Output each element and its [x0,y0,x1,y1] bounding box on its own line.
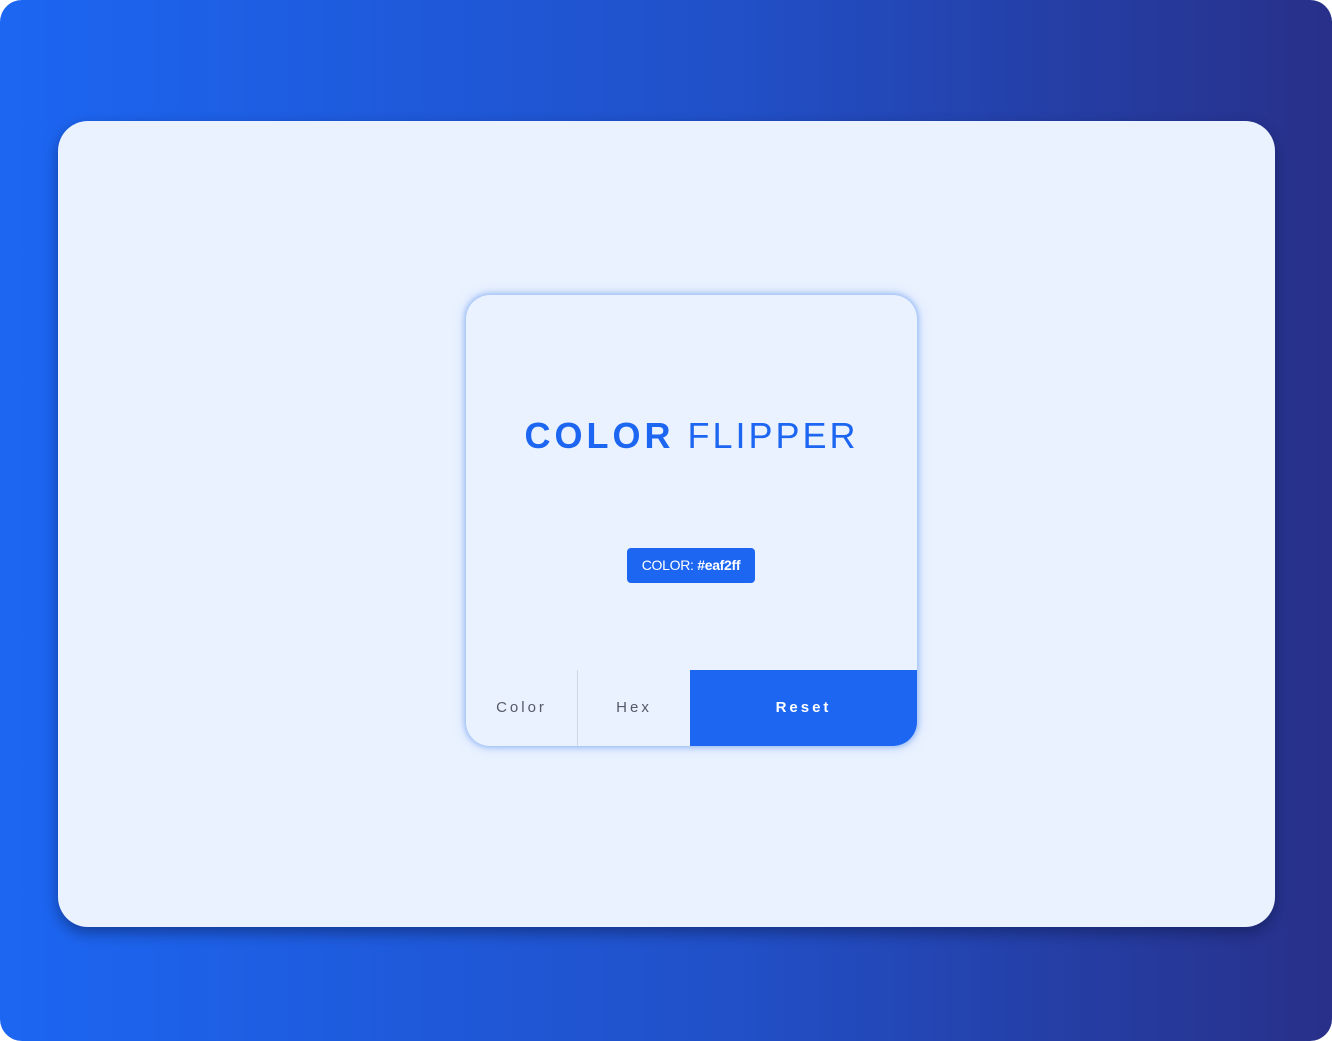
color-badge-value: #eaf2ff [697,557,741,573]
color-badge-label: COLOR: [641,557,694,573]
current-color-badge: COLOR: #eaf2ff [627,548,755,583]
app-window: COLOR FLIPPER COLOR: #eaf2ff Color Hex R… [58,121,1275,927]
title-light-word: FLIPPER [687,415,859,456]
mode-button-row: Color Hex Reset [466,670,917,746]
reset-button[interactable]: Reset [690,670,917,746]
page-background: COLOR FLIPPER COLOR: #eaf2ff Color Hex R… [0,0,1332,1041]
color-mode-button[interactable]: Color [466,670,578,746]
app-title: COLOR FLIPPER [466,415,917,457]
hex-mode-button[interactable]: Hex [578,670,690,746]
title-bold-word: COLOR [524,415,675,456]
color-flipper-card: COLOR FLIPPER COLOR: #eaf2ff Color Hex R… [466,295,917,746]
